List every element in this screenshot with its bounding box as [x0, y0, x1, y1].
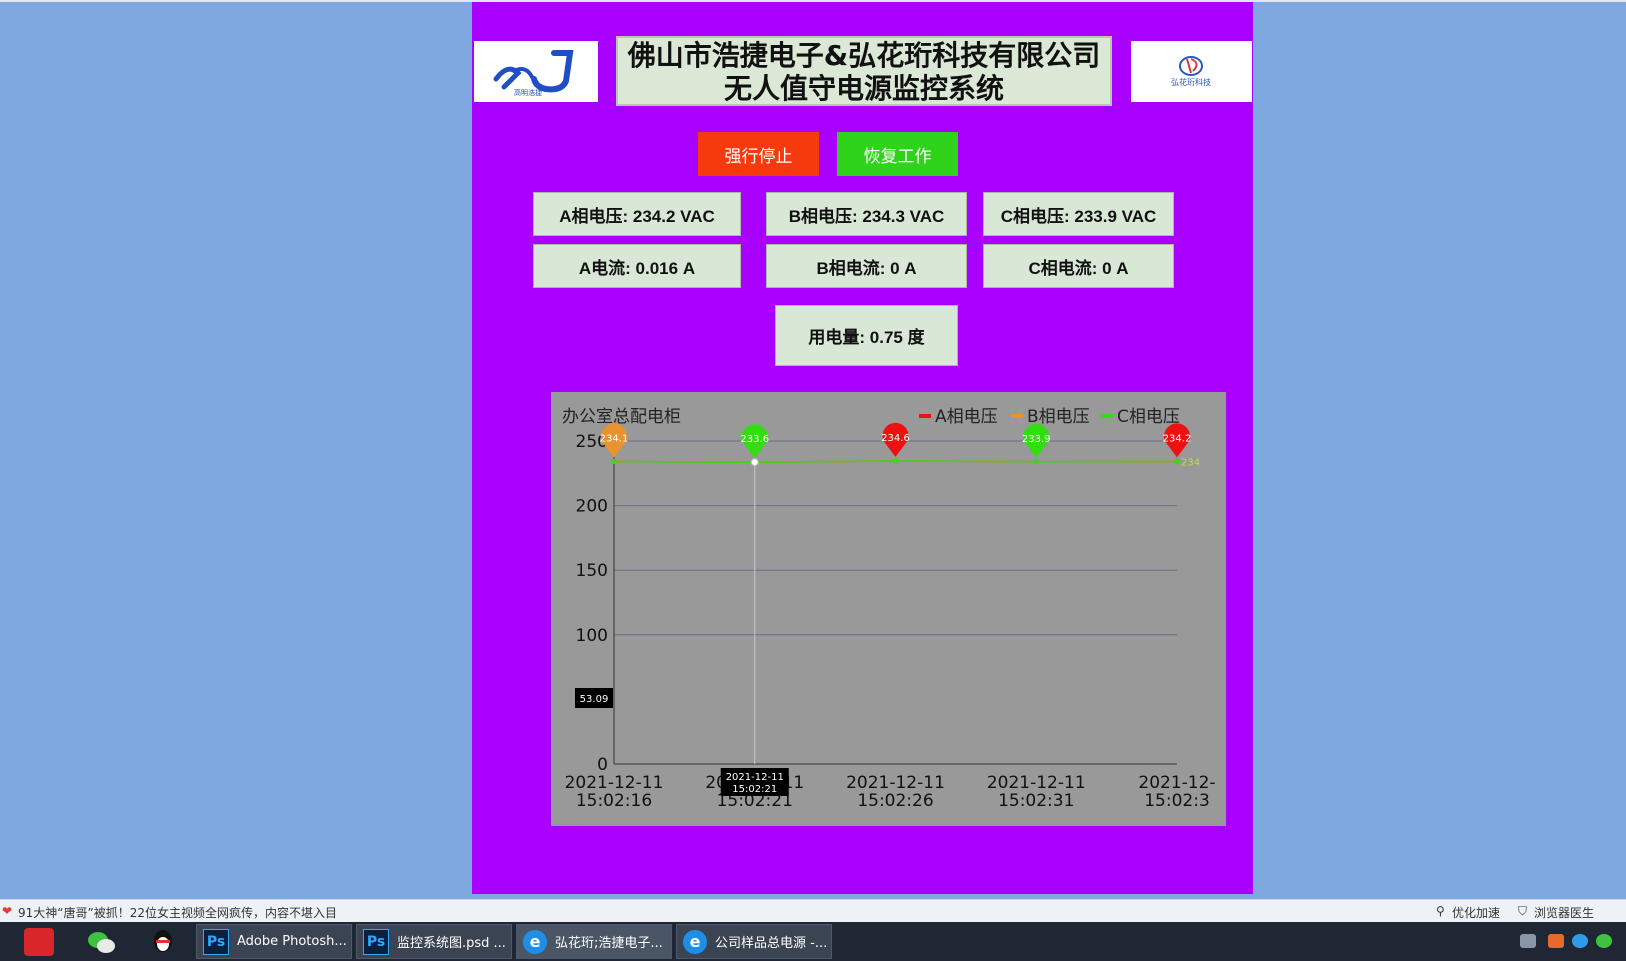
shield-icon: ⛉: [1518, 904, 1528, 918]
x-tick-label-time: 15:02:16: [576, 791, 652, 811]
task-label: 公司样品总电源 -...: [715, 936, 828, 951]
legend-swatch: [1011, 414, 1023, 418]
a-current: A电流: 0.016 A: [533, 244, 741, 288]
legend-item: A相电压: [935, 407, 998, 427]
task-label: Adobe Photosh...: [237, 934, 347, 949]
browser-doctor-link[interactable]: 浏览器医生: [1534, 904, 1594, 921]
rocket-icon: ⚲: [1436, 904, 1445, 918]
energy-usage: 用电量: 0.75 度: [775, 305, 958, 366]
y-axis-pointer-value: 53.09: [580, 694, 609, 705]
optimize-link[interactable]: 优化加速: [1452, 904, 1500, 921]
x-tick-label-time: 15:02:3: [1144, 791, 1210, 811]
ie-browser-icon: e: [683, 929, 707, 954]
ie-browser-icon: e: [523, 929, 547, 954]
marker-value: 233.6: [740, 434, 769, 445]
logo-left-caption: 高明浩捷: [514, 88, 542, 97]
data-point: [1033, 459, 1039, 465]
heart-icon: ❤: [2, 904, 13, 918]
x-tick-label-time: 15:02:31: [998, 791, 1074, 811]
tray-app-icon[interactable]: [1548, 934, 1564, 948]
tray-wechat-icon[interactable]: [1596, 934, 1612, 948]
voltage-chart[interactable]: 办公室总配电柜 A相电压 B相电压 C相电压 0 100 150 200 250 2021-12-…: [551, 392, 1226, 826]
hover-point: [750, 458, 759, 467]
x-tick-label-date: 2021-12-: [1138, 773, 1215, 793]
company-title: 佛山市浩捷电子&弘花珩科技有限公司: [627, 39, 1101, 72]
taskbar-browser-1[interactable]: e 弘花珩;浩捷电子...: [516, 924, 672, 959]
x-tick-label-date: 2021-12-11: [565, 773, 664, 793]
y-tick-label: 150: [576, 561, 608, 581]
force-stop-button[interactable]: 强行停止: [698, 132, 819, 176]
a-phase-voltage: A相电压: 234.2 VAC: [533, 192, 741, 236]
y-tick-label: 200: [576, 497, 608, 517]
windows-taskbar: Ps Adobe Photosh... Ps 监控系统图.psd ... e 弘…: [0, 922, 1626, 961]
voltage-chart-svg[interactable]: 办公室总配电柜 A相电压 B相电压 C相电压01001502002502021-12-…: [551, 392, 1226, 826]
marker-value: 233.9: [1022, 434, 1051, 445]
keyboard-icon[interactable]: [1520, 934, 1536, 948]
b-phase-current: B相电流: 0 A: [766, 244, 967, 288]
chart-title: 办公室总配电柜: [562, 407, 681, 427]
taskbar-photoshop-2[interactable]: Ps 监控系统图.psd ...: [356, 924, 512, 959]
legend-swatch: [1101, 414, 1113, 418]
data-point: [893, 458, 898, 464]
x-axis-pointer-date: 2021-12-11: [726, 772, 784, 783]
browser-status-bar: ❤ 91大神“唐哥”被抓！22位女主视频全网疯传，内容不堪入目 ⚲ 优化加速 ⛉…: [0, 899, 1626, 922]
photoshop-icon: Ps: [363, 928, 389, 955]
x-axis-pointer-time: 15:02:21: [732, 784, 777, 795]
app-red-icon[interactable]: [24, 928, 54, 956]
wechat-icon[interactable]: [86, 928, 116, 956]
logo-right-caption: 弘花珩科技: [1171, 77, 1211, 87]
y-tick-label: 0: [597, 755, 608, 775]
marker-value: 234.1: [600, 434, 629, 445]
x-tick-label-date: 2021-12-11: [987, 773, 1086, 793]
tray-qq-icon[interactable]: [1572, 934, 1588, 948]
legend-swatch: [919, 414, 931, 418]
honghuaheng-logo-icon: 弘花珩科技: [1171, 56, 1211, 87]
logo-haojie: 高明浩捷: [474, 41, 598, 102]
y-tick-label: 100: [576, 626, 608, 646]
b-phase-voltage: B相电压: 234.3 VAC: [766, 192, 967, 236]
series-end-label: 234: [1181, 457, 1200, 468]
data-point: [611, 459, 617, 465]
marker-value: 234.6: [881, 433, 910, 444]
c-phase-voltage: C相电压: 233.9 VAC: [983, 192, 1174, 236]
system-title: 佛山市浩捷电子&弘花珩科技有限公司 无人值守电源监控系统: [616, 36, 1112, 106]
resume-work-button[interactable]: 恢复工作: [837, 132, 958, 176]
legend-item: C相电压: [1117, 407, 1180, 427]
taskbar-photoshop-1[interactable]: Ps Adobe Photosh...: [196, 924, 352, 959]
news-ticker-link[interactable]: 91大神“唐哥”被抓！22位女主视频全网疯传，内容不堪入目: [18, 904, 337, 921]
data-point: [1174, 458, 1180, 464]
task-label: 监控系统图.psd ...: [397, 936, 506, 951]
c-phase-current: C相电流: 0 A: [983, 244, 1174, 288]
logo-honghuaheng: 弘花珩科技: [1131, 41, 1252, 102]
qq-penguin-icon[interactable]: [148, 928, 178, 956]
haojie-logo-icon: 高明浩捷: [493, 50, 574, 97]
x-tick-label-time: 15:02:26: [857, 791, 933, 811]
taskbar-browser-2[interactable]: e 公司样品总电源 -...: [676, 924, 832, 959]
photoshop-icon: Ps: [203, 928, 229, 955]
marker-value: 234.2: [1163, 433, 1192, 444]
task-label: 弘花珩;浩捷电子...: [555, 936, 663, 951]
x-tick-label-date: 2021-12-11: [846, 773, 945, 793]
system-name: 无人值守电源监控系统: [723, 72, 1004, 105]
